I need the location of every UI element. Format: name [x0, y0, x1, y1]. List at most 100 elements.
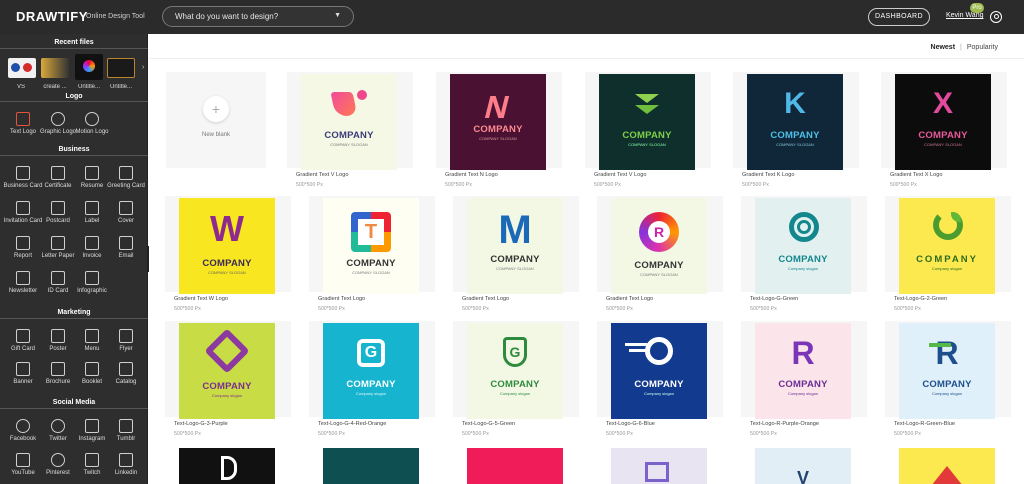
template-card[interactable] — [597, 446, 723, 484]
dot-icon — [357, 90, 367, 100]
slogan-text: Company slogan — [211, 393, 243, 398]
template-name: Gradient Text V Logo — [296, 172, 349, 178]
tool-postcard[interactable]: Postcard — [40, 201, 76, 231]
g-hexagon-icon: G — [357, 339, 385, 367]
sort-popularity[interactable]: Popularity — [967, 44, 998, 51]
divider — [0, 48, 148, 49]
k-letter-icon: K — [784, 87, 806, 120]
template-preview: COMPANY COMPANY SLOGAN — [599, 74, 695, 170]
tool-letter-paper[interactable]: Letter Paper — [40, 236, 76, 266]
new-blank-label: New blank — [201, 132, 230, 138]
tool-menu[interactable]: Menu — [74, 329, 110, 359]
template-card[interactable] — [453, 446, 579, 484]
template-preview: G COMPANY Company slogan — [467, 323, 563, 419]
tool-flyer[interactable]: Flyer — [108, 329, 144, 359]
tool-brochure[interactable]: Brochure — [40, 362, 76, 392]
flyer-icon — [119, 329, 133, 343]
menu-icon — [85, 329, 99, 343]
tool-certificate[interactable]: Certificate — [40, 166, 76, 196]
template-size: 500*500 Px — [174, 306, 201, 312]
tool-twitter[interactable]: Twitter — [40, 419, 76, 449]
recent-file-thumbnail[interactable] — [41, 58, 69, 78]
tool-facebook[interactable]: Facebook — [5, 419, 41, 449]
slogan-text: Company slogan — [931, 391, 963, 396]
tool-resume[interactable]: Resume — [74, 166, 110, 196]
stripe-icon — [929, 343, 951, 347]
gift-card-icon — [16, 329, 30, 343]
tool-instagram[interactable]: Instagram — [74, 419, 110, 449]
template-preview: K COMPANY COMPANY SLOGAN — [747, 74, 843, 170]
slogan-text: Company slogan — [355, 391, 387, 396]
user-name-link[interactable]: Kevin Wang — [946, 12, 983, 19]
tool-label: Flyer — [119, 346, 133, 352]
sidebar: Recent files VS create ... Untitle... Un… — [0, 34, 148, 484]
recent-file-thumbnail[interactable] — [107, 58, 135, 78]
r-letter-icon: R — [648, 221, 670, 243]
tool-infographic[interactable]: Infographic — [74, 271, 110, 301]
template-card[interactable]: V — [741, 446, 867, 484]
tool-greeting-card[interactable]: Greeting Card — [107, 166, 145, 196]
tool-graphic-logo[interactable]: Graphic Logo — [40, 112, 76, 142]
tool-twitch[interactable]: Twitch — [74, 453, 110, 483]
pepsi-icon — [23, 63, 32, 72]
tool-pinterest[interactable]: Pinterest — [40, 453, 76, 483]
design-search-dropdown[interactable]: What do you want to design? ▼ — [162, 6, 354, 27]
tool-email[interactable]: Email — [108, 236, 144, 266]
tool-tumblr[interactable]: Tumblr — [108, 419, 144, 449]
recent-file-label: create ... — [43, 84, 67, 90]
tool-cover[interactable]: Cover — [108, 201, 144, 231]
template-preview — [467, 448, 563, 484]
slogan-text: Company slogan — [787, 266, 819, 271]
chevron-down-icon: ▼ — [334, 12, 341, 19]
template-preview — [179, 448, 275, 484]
tool-youtube[interactable]: YouTube — [5, 453, 41, 483]
tool-invitation-card[interactable]: Invitation Card — [4, 201, 42, 231]
dashboard-button[interactable]: DASHBOARD — [868, 8, 930, 26]
template-size: 500*500 Px — [174, 431, 201, 437]
tool-catalog[interactable]: Catalog — [108, 362, 144, 392]
n-letter-icon: N — [480, 89, 514, 125]
template-name: Gradient Text W Logo — [174, 296, 228, 302]
tool-label[interactable]: Label — [74, 201, 110, 231]
w-letter-icon: W — [210, 208, 244, 249]
tool-linkedin[interactable]: Linkedin — [108, 453, 144, 483]
tool-business-card[interactable]: Business Card — [3, 166, 43, 196]
template-name: Gradient Text N Logo — [445, 172, 498, 178]
tool-booklet[interactable]: Booklet — [74, 362, 110, 392]
tool-invoice[interactable]: Invoice — [74, 236, 110, 266]
recent-file-thumbnail[interactable] — [8, 58, 36, 78]
chevron-right-icon[interactable]: › — [142, 64, 144, 71]
triangle-icon — [931, 466, 963, 484]
template-preview: M COMPANY COMPANY SLOGAN — [467, 198, 563, 294]
recent-files-title: Recent files — [54, 39, 94, 46]
tool-newsletter[interactable]: Newsletter — [5, 271, 41, 301]
sort-controls: Newest | Popularity — [931, 44, 998, 51]
user-account-icon[interactable] — [990, 11, 1002, 23]
twitch-icon — [85, 453, 99, 467]
tool-banner[interactable]: Banner — [5, 362, 41, 392]
brand-logo[interactable]: DRAWTIFY — [16, 9, 88, 24]
template-preview: COMPANY Company slogan — [611, 323, 707, 419]
template-card[interactable] — [885, 446, 1011, 484]
tool-motion-logo[interactable]: Motion Logo — [74, 112, 110, 142]
tool-label: Infographic — [77, 288, 107, 294]
recent-file-thumbnail[interactable] — [75, 54, 103, 80]
template-size: 500*500 Px — [296, 182, 323, 188]
template-card[interactable] — [165, 446, 291, 484]
template-card[interactable] — [309, 446, 435, 484]
tool-text-logo[interactable]: Text Logo — [5, 112, 41, 142]
wing-line-icon — [629, 349, 647, 352]
invoice-icon — [85, 236, 99, 250]
tool-gift-card[interactable]: Gift Card — [5, 329, 41, 359]
tool-report[interactable]: Report — [5, 236, 41, 266]
tool-label: Cover — [117, 218, 134, 224]
divider — [0, 408, 148, 409]
slogan-text: Company slogan — [931, 266, 963, 271]
tool-poster[interactable]: Poster — [40, 329, 76, 359]
tool-id-card[interactable]: ID Card — [40, 271, 76, 301]
sort-newest[interactable]: Newest — [931, 44, 956, 51]
template-preview: G COMPANY Company slogan — [323, 323, 419, 419]
template-size: 500*500 Px — [594, 182, 621, 188]
certificate-icon — [51, 166, 65, 180]
new-blank-card[interactable]: + New blank — [166, 72, 266, 168]
